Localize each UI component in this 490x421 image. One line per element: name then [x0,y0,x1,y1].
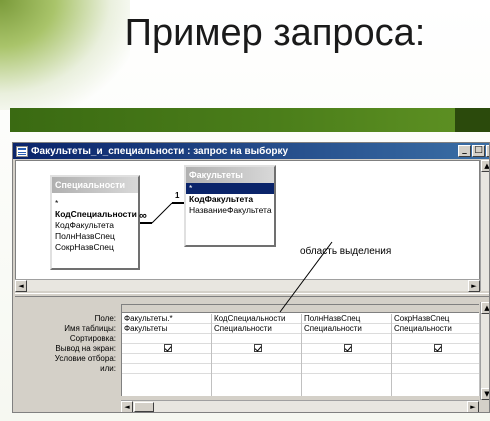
field-row[interactable]: КодФакультета [186,194,274,205]
grid-cell-show[interactable] [302,344,391,354]
slide-title: Пример запроса: [124,12,426,54]
scroll-up-button[interactable]: ▲ [481,302,489,314]
grid-cell-table[interactable]: Специальности [392,324,479,334]
grid-cell-show[interactable] [392,344,479,354]
qbe-grid: Факультеты.* Факультеты КодСпециальности… [121,304,480,396]
show-checkbox[interactable] [434,344,442,352]
grid-cell-field[interactable]: ПолнНазвСпец [302,314,391,324]
query-icon [16,145,28,157]
relation-one-symbol: 1 [175,191,180,200]
grid-cell-sort[interactable] [302,334,391,344]
field-row[interactable]: КодСпециальности [52,209,138,220]
table-specialnosti-title[interactable]: Специальности [52,177,138,193]
grid-cell-criteria[interactable] [122,354,211,364]
green-stripe-end [455,108,490,132]
grid-cell-field[interactable]: Факультеты.* [122,314,211,324]
show-checkbox[interactable] [344,344,352,352]
grid-cell-criteria[interactable] [302,354,391,364]
upper-vertical-scrollbar[interactable]: ▲ [480,160,489,291]
row-label-table: Имя таблицы: [64,324,116,333]
grid-cell-or[interactable] [212,364,301,374]
grid-cell-table[interactable]: Специальности [212,324,301,334]
grid-column[interactable]: СокрНазвСпец Специальности [392,314,480,396]
grid-cell-or[interactable] [122,364,211,374]
qbe-grid-pane: Поле: Имя таблицы: Сортировка: Вывод на … [15,298,480,412]
field-row[interactable]: ПолнНазвСпец [52,231,138,242]
scroll-up-button[interactable]: ▲ [481,160,489,172]
grid-column[interactable]: ПолнНазвСпец Специальности [302,314,392,396]
grid-cell-show[interactable] [122,344,211,354]
table-fakultety[interactable]: Факультеты * КодФакультета НазваниеФакул… [184,165,276,247]
field-row[interactable]: СокрНазвСпец [52,242,138,253]
scroll-right-button[interactable]: ► [467,401,479,412]
grid-column[interactable]: КодСпециальности Специальности [212,314,302,396]
field-row[interactable]: * [52,198,138,209]
grid-cell-field[interactable]: СокрНазвСпец [392,314,479,324]
pane-splitter[interactable] [15,293,489,297]
upper-horizontal-scrollbar[interactable]: ◄ ► [15,279,480,292]
grid-cell-table[interactable]: Специальности [302,324,391,334]
maximize-button[interactable]: □ [472,145,485,157]
green-stripe [10,108,455,132]
window-titlebar[interactable]: Факультеты_и_специальности : запрос на в… [13,143,489,159]
relation-many-symbol: ∞ [139,210,147,222]
row-label-criteria: Условие отбора: [54,354,116,363]
scroll-right-button[interactable]: ► [468,280,480,292]
scroll-left-button[interactable]: ◄ [15,280,27,292]
grid-cell-table[interactable]: Факультеты [122,324,211,334]
row-label-or: или: [100,364,116,373]
row-labels: Поле: Имя таблицы: Сортировка: Вывод на … [15,314,119,374]
field-row[interactable]: КодФакультета [52,220,138,231]
grid-column[interactable]: Факультеты.* Факультеты [122,314,212,396]
grid-cell-field[interactable]: КодСпециальности [212,314,301,324]
window-controls: _ □ × [457,145,489,157]
grid-cell-sort[interactable] [212,334,301,344]
grid-cell-sort[interactable] [392,334,479,344]
row-label-sort: Сортировка: [69,334,116,343]
minimize-button[interactable]: _ [458,145,471,157]
lower-vertical-scrollbar[interactable]: ▲ ▼ [480,302,489,400]
table-diagram-pane[interactable]: Специальности * КодСпециальности КодФаку… [15,160,480,291]
query-window: Факультеты_и_специальности : запрос на в… [12,142,490,413]
column-selectors[interactable] [122,305,479,313]
selection-area-annotation: область выделения [300,246,392,257]
row-label-field: Поле: [94,314,116,323]
table-fakultety-title[interactable]: Факультеты [186,167,274,183]
grid-cell-or[interactable] [392,364,479,374]
show-checkbox[interactable] [254,344,262,352]
field-row-selected[interactable]: * [186,183,274,194]
show-checkbox[interactable] [164,344,172,352]
grid-cell-criteria[interactable] [212,354,301,364]
scroll-thumb[interactable] [134,402,154,412]
scroll-down-button[interactable]: ▼ [481,388,489,400]
window-title: Факультеты_и_специальности : запрос на в… [31,145,289,157]
scroll-left-button[interactable]: ◄ [121,401,133,412]
grid-cell-criteria[interactable] [392,354,479,364]
grid-cell-sort[interactable] [122,334,211,344]
grid-cell-show[interactable] [212,344,301,354]
grid-cell-or[interactable] [302,364,391,374]
field-row[interactable]: НазваниеФакультета [186,205,274,216]
row-label-show: Вывод на экран: [55,344,116,353]
table-specialnosti[interactable]: Специальности * КодСпециальности КодФаку… [50,175,140,270]
lower-horizontal-scrollbar[interactable]: ◄ ► [121,400,479,412]
close-button[interactable]: × [486,145,489,157]
